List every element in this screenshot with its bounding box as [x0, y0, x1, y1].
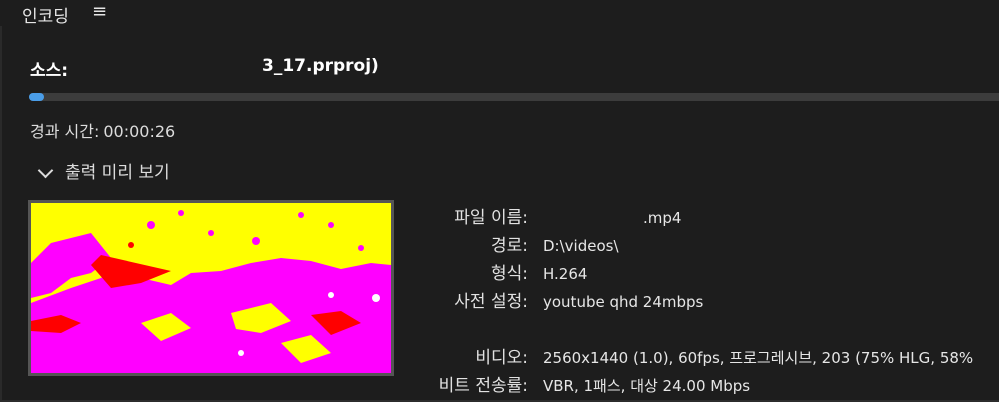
filename-label: 파일 이름: [454, 208, 528, 228]
output-preview-label: 출력 미리 보기 [65, 163, 170, 183]
video-label: 비디오: [475, 348, 528, 368]
filename-value: .mp4 [643, 209, 682, 227]
format-label: 형식: [490, 264, 528, 284]
format-value: H.264 [543, 265, 588, 283]
source-filename-suffix: 3_17.prproj) [262, 56, 379, 76]
bitrate-value: VBR, 1패스, 대상 24.00 Mbps [543, 377, 751, 395]
source-filename: 3_17.prproj) [82, 56, 379, 76]
preset-value: youtube qhd 24mbps [543, 293, 704, 311]
info-spacer-values [543, 316, 999, 344]
panel-title: 인코딩 [22, 7, 69, 27]
encoding-progress-bar [29, 93, 999, 101]
chevron-down-icon [37, 162, 54, 179]
elapsed-time-value: 00:00:26 [103, 122, 176, 141]
path-label: 경로: [490, 236, 528, 256]
redacted-filename [82, 57, 262, 71]
hamburger-menu-icon[interactable]: ≡ [92, 1, 107, 22]
panel-left-border [0, 26, 2, 402]
elapsed-time-label: 경과 시간: [30, 122, 100, 141]
output-info-labels: 파일 이름: 경로: 형식: 사전 설정: 비디오: 비트 전송률: [400, 204, 528, 400]
panel-titlebar: 인코딩 ≡ [0, 0, 999, 27]
encoding-progress-fill [29, 93, 44, 101]
elapsed-time-row: 경과 시간: 00:00:26 [30, 118, 175, 142]
output-preview-thumbnail [28, 200, 394, 376]
filename-value-row: .mp4 [543, 204, 999, 232]
source-label: 소스: [30, 61, 69, 81]
output-info-values: .mp4 D:\videos\ H.264 youtube qhd 24mbps… [543, 204, 999, 400]
preview-frame-image [31, 203, 391, 373]
video-value: 2560x1440 (1.0), 60fps, 프로그레시브, 203 (75%… [543, 349, 974, 367]
preset-label: 사전 설정: [454, 292, 528, 312]
encoding-panel: 인코딩 ≡ 소스: 3_17.prproj) 경과 시간: 00:00:26 출력… [0, 0, 999, 402]
output-preview-toggle[interactable]: 출력 미리 보기 [36, 158, 170, 183]
source-row: 소스: 3_17.prproj) [30, 56, 990, 81]
bitrate-label: 비트 전송률: [438, 376, 528, 396]
path-value: D:\videos\ [543, 237, 619, 255]
